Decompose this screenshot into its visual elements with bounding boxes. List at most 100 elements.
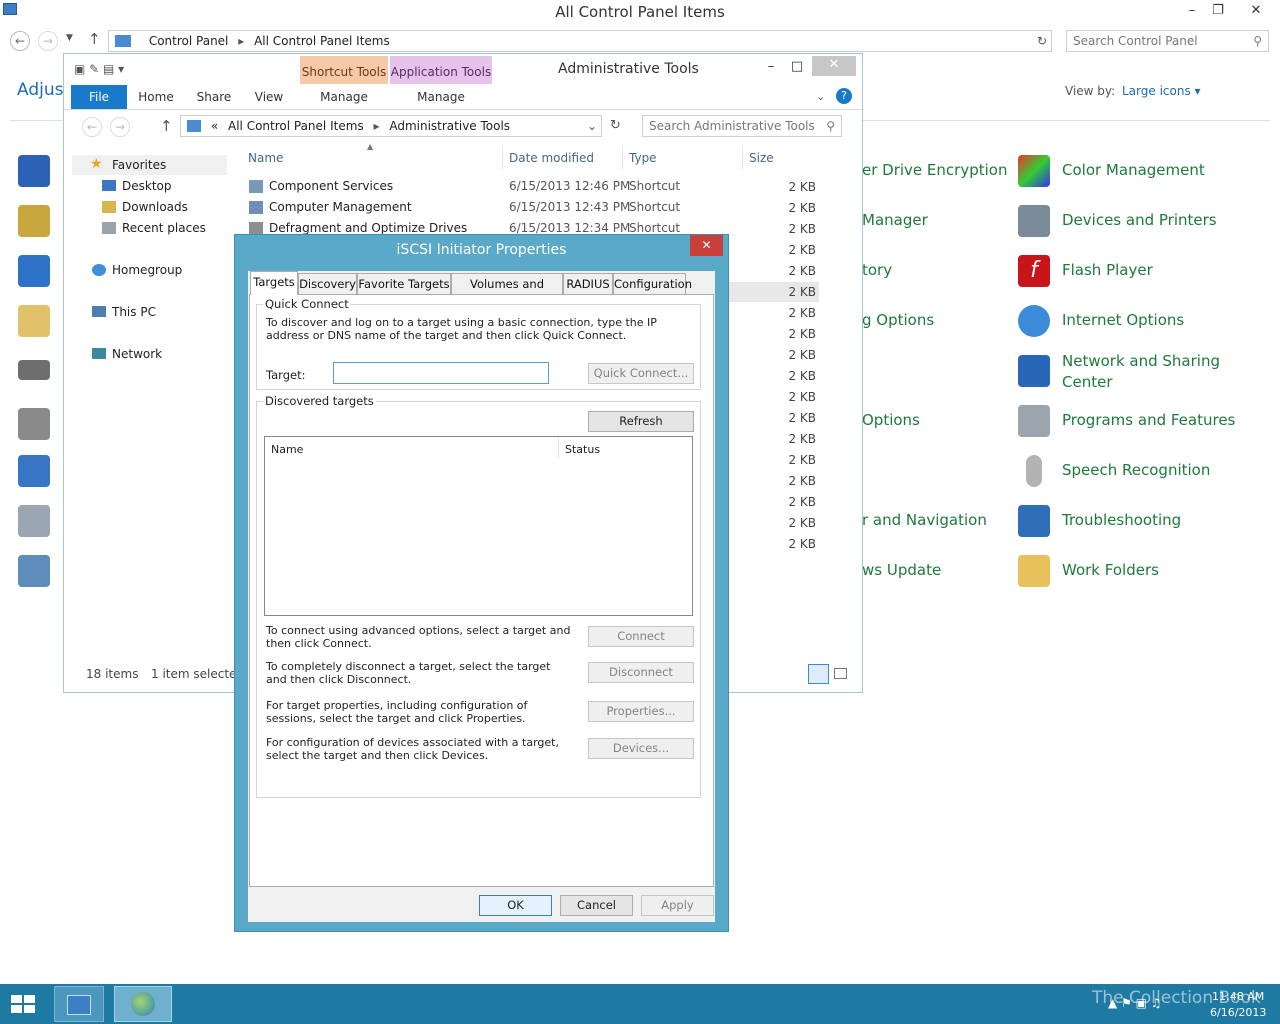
cp-item-network-sharing[interactable]: Network and Sharing Center [1062,351,1232,393]
admin-tools-icon[interactable] [18,205,50,237]
refresh-icon[interactable]: ↻ [1037,31,1047,51]
folder-options-icon[interactable] [18,305,50,337]
keyboard-icon[interactable] [18,360,50,380]
tab-favorite-targets[interactable]: Favorite Targets [357,273,451,294]
work-folders-icon[interactable] [1018,555,1050,587]
explorer-search-input[interactable]: Search Administrative Tools ⚲ [642,115,842,137]
ribbon-tab-home[interactable]: Home [132,85,180,109]
address-bar[interactable]: Control Panel ▸ All Control Panel Items … [108,30,1052,52]
cp-item-indexing-options[interactable]: g Options [862,311,934,329]
column-header-name[interactable]: Name [248,151,283,165]
nav-favorites[interactable]: Favorites [112,158,166,172]
cp-item-windows-update[interactable]: ws Update [862,561,941,579]
apply-button[interactable]: Apply [641,895,714,916]
devices-printers-icon[interactable] [1018,205,1050,237]
help-icon[interactable]: ? [836,88,852,104]
nav-homegroup[interactable]: Homegroup [112,263,182,277]
storage-spaces-icon[interactable] [18,505,50,537]
targets-list[interactable]: Name Status [264,436,693,616]
back-button[interactable]: ← [10,31,30,51]
cp-item-speech-recognition[interactable]: Speech Recognition [1062,461,1210,479]
cp-item-troubleshooting[interactable]: Troubleshooting [1062,511,1181,529]
disconnect-button[interactable]: Disconnect [588,662,694,683]
nav-downloads[interactable]: Downloads [122,200,188,214]
region-icon[interactable] [18,455,50,487]
address-dropdown-icon[interactable]: ⌄ [587,116,597,136]
recent-locations-icon[interactable]: ▼ [66,33,73,43]
taskbar-iscsi-button[interactable] [114,986,172,1022]
network-sharing-icon[interactable] [1018,355,1050,387]
explorer-up-button[interactable]: ↑ [160,117,173,135]
cp-item-internet-options[interactable]: Internet Options [1062,311,1184,329]
cp-item-work-folders[interactable]: Work Folders [1062,561,1159,579]
large-icons-view-icon[interactable] [834,668,847,679]
column-header-size[interactable]: Size [749,151,774,165]
tab-configuration[interactable]: Configuration [613,273,692,294]
file-row[interactable]: Component Services 6/15/2013 12:46 PM Sh… [247,176,817,197]
explorer-minimize-button[interactable]: – [760,58,782,76]
action-center-icon[interactable] [18,155,50,187]
target-input[interactable] [333,362,549,384]
search-input[interactable]: Search Control Panel ⚲ [1066,30,1269,52]
cp-item-flash-player[interactable]: Flash Player [1062,261,1153,279]
dialog-close-button[interactable]: ✕ [690,235,723,256]
tray-icons[interactable]: ▲ ⚑ ▣ ♫ [1108,996,1162,1010]
cp-item-credential-manager[interactable]: Manager [862,211,928,229]
cp-item-programs-features[interactable]: Programs and Features [1062,411,1235,429]
ribbon-tab-share[interactable]: Share [190,85,238,109]
display-icon[interactable] [18,255,50,287]
flash-player-icon[interactable]: f [1018,255,1050,287]
programs-features-icon[interactable] [1018,405,1050,437]
ribbon-tab-view[interactable]: View [246,85,292,109]
devices-button[interactable]: Devices... [588,738,694,759]
quick-access-icons[interactable]: ▣ ✎ ▤ ▾ [74,62,164,78]
file-row[interactable]: Computer Management 6/15/2013 12:43 PM S… [247,197,817,218]
view-by-dropdown[interactable]: Large icons ▾ [1122,84,1201,98]
explorer-back-button[interactable]: ← [82,117,102,137]
ok-button[interactable]: OK [479,895,552,916]
expand-ribbon-icon[interactable]: ⌄ [816,90,825,103]
cp-item-taskbar-navigation[interactable]: r and Navigation [862,511,987,529]
explorer-forward-button[interactable]: → [110,117,130,137]
cp-item-file-history[interactable]: tory [862,261,892,279]
minimize-button[interactable]: – [1181,2,1203,20]
ribbon-tab-manage-application[interactable]: Manage [390,85,492,109]
cp-item-devices-printers[interactable]: Devices and Printers [1062,211,1217,229]
breadcrumb-all-items[interactable]: All Control Panel Items [254,34,390,48]
taskbar-control-panel-button[interactable] [54,986,104,1022]
nav-desktop[interactable]: Desktop [122,179,172,193]
column-header-date[interactable]: Date modified [509,151,594,165]
close-button[interactable]: ✕ [1238,2,1274,20]
breadcrumb-control-panel[interactable]: Control Panel [149,34,229,48]
speech-recognition-icon[interactable] [1026,455,1042,487]
ribbon-tab-file[interactable]: File [71,85,127,109]
start-button[interactable] [8,992,38,1016]
quick-connect-button[interactable]: Quick Connect... [588,363,694,384]
details-view-icon[interactable] [808,664,829,684]
explorer-close-button[interactable]: ✕ [812,56,856,76]
nav-recent-places[interactable]: Recent places [122,221,206,235]
user-accounts-icon[interactable] [18,555,50,587]
breadcrumb-all-items[interactable]: All Control Panel Items [228,119,364,133]
forward-button[interactable]: → [38,31,58,51]
clock-date[interactable]: 6/16/2013 [1210,1006,1266,1019]
troubleshooting-icon[interactable] [1018,505,1050,537]
cancel-button[interactable]: Cancel [560,895,633,916]
properties-button[interactable]: Properties... [588,701,694,722]
up-button[interactable]: ↑ [88,30,101,48]
color-management-icon[interactable] [1018,155,1050,187]
ribbon-tab-manage-shortcut[interactable]: Manage [300,85,388,109]
clock-time[interactable]: 11:48 AM [1212,990,1264,1003]
connect-button[interactable]: Connect [588,626,694,647]
explorer-address-bar[interactable]: « All Control Panel Items ▸ Administrati… [180,115,602,137]
restore-button[interactable]: ❐ [1207,2,1229,20]
tab-discovery[interactable]: Discovery [298,273,357,294]
explorer-refresh-icon[interactable]: ↻ [610,118,621,133]
tab-targets[interactable]: Targets [250,271,298,295]
cp-item-power-options[interactable]: Options [862,411,920,429]
nav-network[interactable]: Network [112,347,162,361]
phone-modem-icon[interactable] [18,408,50,440]
list-header-name[interactable]: Name [271,443,303,456]
cp-item-bitlocker[interactable]: er Drive Encryption [862,161,1007,179]
explorer-maximize-button[interactable]: □ [786,58,808,76]
